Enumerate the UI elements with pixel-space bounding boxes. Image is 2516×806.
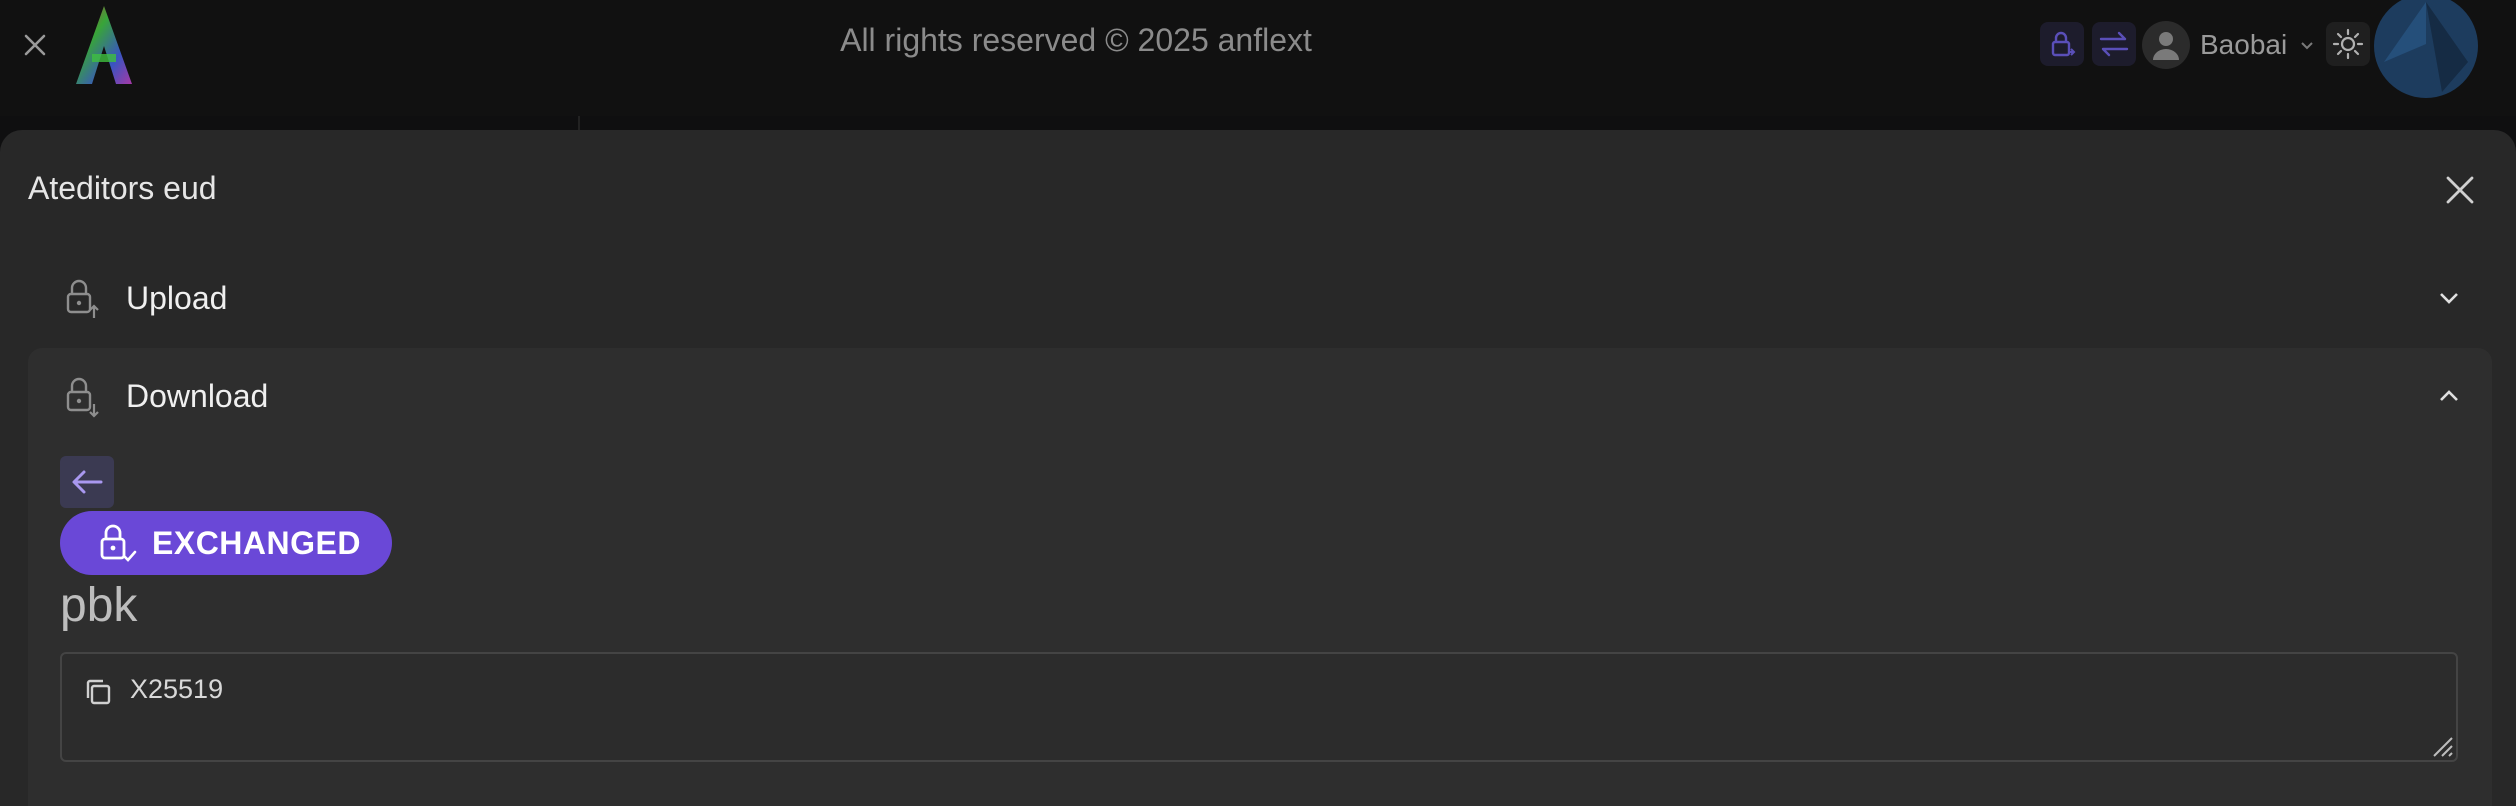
modal: Ateditors eud Upload Download EXCHANGED … <box>0 130 2516 806</box>
copy-icon[interactable] <box>82 676 114 708</box>
theme-toggle-button[interactable] <box>2326 22 2370 66</box>
accordion-upload[interactable]: Upload <box>28 268 2492 328</box>
field-label: pbk <box>60 579 138 632</box>
badge-text: EXCHANGED <box>152 524 361 561</box>
accordion-download[interactable]: Download <box>28 366 2492 426</box>
lock-exchange-icon <box>2051 31 2076 57</box>
username: Baobai <box>2200 29 2288 60</box>
resize-handle-icon[interactable] <box>2428 732 2454 758</box>
lock-upload-icon <box>66 279 99 318</box>
chevron-down-icon <box>2301 42 2313 50</box>
avatar[interactable] <box>2372 0 2480 100</box>
lock-check-icon <box>100 524 137 562</box>
upload-label: Upload <box>126 279 228 316</box>
copyright-text: All rights reserved © 2025 anflext <box>840 22 1312 58</box>
sun-icon <box>2332 28 2364 60</box>
pbk-value: X25519 <box>130 674 224 704</box>
arrow-left-icon <box>72 470 103 494</box>
back-button[interactable] <box>60 456 114 508</box>
top-bar: All rights reserved © 2025 anflext Baoba… <box>0 0 2516 116</box>
swap-icon <box>2099 31 2129 57</box>
download-label: Download <box>126 377 269 414</box>
status-badge: EXCHANGED <box>60 511 392 575</box>
close-icon[interactable] <box>2440 170 2480 210</box>
chevron-up-icon[interactable] <box>2434 381 2464 411</box>
lock-exchange-button[interactable] <box>2040 22 2084 66</box>
swap-button[interactable] <box>2092 22 2136 66</box>
chevron-down-icon[interactable] <box>2434 283 2464 313</box>
lock-download-icon <box>66 377 99 418</box>
pbk-textarea[interactable]: X25519 <box>60 652 2458 762</box>
user-icon <box>2142 21 2190 69</box>
user-menu[interactable]: Baobai <box>2142 18 2317 72</box>
modal-title: Ateditors eud <box>28 170 217 206</box>
